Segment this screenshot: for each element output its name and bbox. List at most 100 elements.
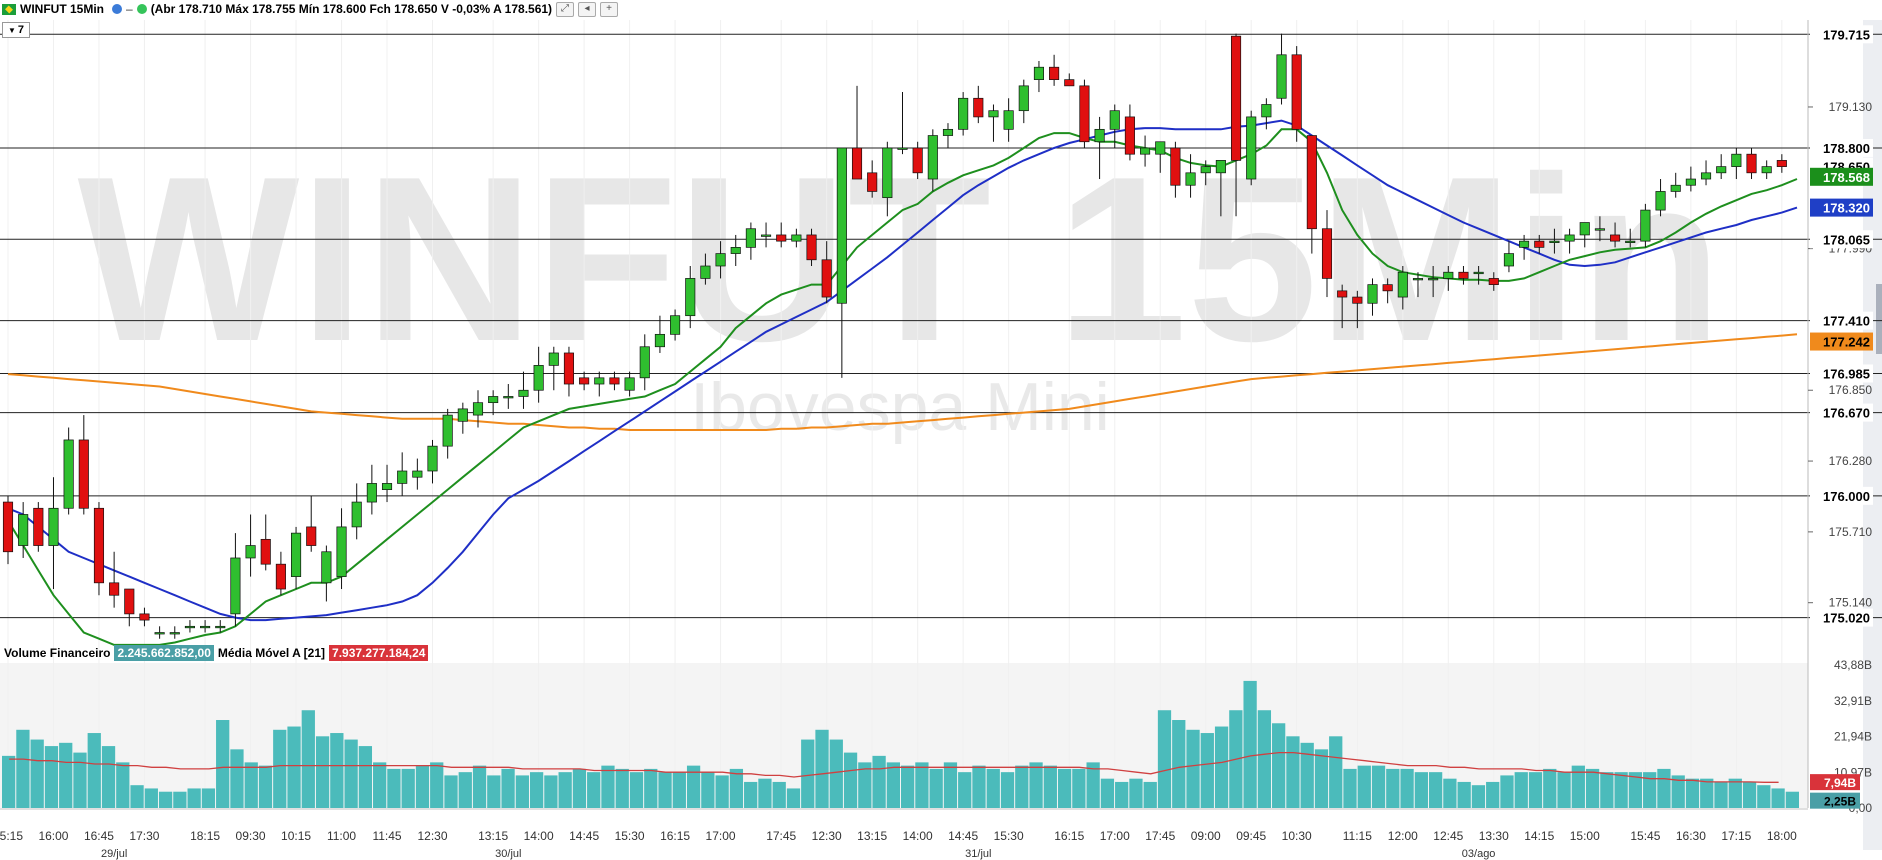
candle-body (791, 234, 802, 242)
candle-body (1200, 166, 1211, 174)
time-tick-label: 14:00 (903, 829, 933, 843)
time-tick-label: 17:30 (129, 829, 159, 843)
candle (958, 92, 969, 136)
candle-body (2, 501, 14, 553)
volume-bar (1314, 749, 1329, 808)
chart-canvas[interactable]: WINFUT 15MinIbovespa Mini179.130177.9901… (0, 0, 1882, 860)
candle-body (306, 526, 317, 546)
time-tick-label: 16:15 (660, 829, 690, 843)
level-badge: 178.065 (1810, 230, 1873, 249)
volume-bar (230, 749, 244, 808)
price-badge-label: 179.715 (1823, 27, 1870, 42)
time-tick-label: 14:45 (569, 829, 599, 843)
level-badge: 175.020 (1810, 608, 1873, 627)
volume-bar (1272, 723, 1286, 808)
level-badge: 176.000 (1810, 486, 1873, 505)
volume-bar (1072, 768, 1086, 808)
candle-body (761, 234, 772, 237)
volume-bar (1600, 772, 1614, 808)
volume-bar (929, 768, 943, 808)
volume-bar (729, 768, 744, 808)
volume-bar (1428, 772, 1443, 808)
volume-bar (558, 772, 572, 808)
volume-bar (73, 752, 87, 808)
candle-body (291, 532, 302, 577)
candle-body (670, 315, 681, 335)
volume-bar (87, 733, 101, 808)
candle-body (806, 234, 817, 261)
candle-body (321, 551, 332, 584)
current-price-badge: 178.568 (1810, 167, 1873, 186)
volume-bar (629, 772, 644, 808)
time-tick-label: 11:15 (1343, 829, 1372, 843)
candle-body (1064, 79, 1075, 87)
time-tick-label: 16:15 (1054, 829, 1084, 843)
volume-bar (1100, 778, 1115, 808)
volume-bar (116, 762, 130, 808)
time-tick-label: 14:00 (524, 829, 554, 843)
candle-body (427, 445, 438, 472)
candle-body (958, 97, 969, 130)
volume-bar (1257, 710, 1272, 808)
volume-bar (430, 762, 444, 808)
candle-body (124, 588, 135, 615)
candle-body (1655, 191, 1666, 211)
volume-bar (601, 765, 615, 808)
symbol-label: WINFUT 15Min (20, 2, 104, 16)
candle-body (912, 147, 923, 174)
volume-bar (387, 768, 401, 808)
candle-body (1731, 153, 1742, 167)
volume-bar (59, 742, 73, 808)
volume-bar (244, 762, 258, 808)
volume-bar (1614, 772, 1628, 808)
candle-body (33, 507, 44, 546)
candle-body (533, 365, 544, 391)
add-icon[interactable]: + (600, 1, 619, 17)
price-tick-label: 175.140 (1829, 596, 1873, 610)
back-icon[interactable]: ◂ (578, 1, 597, 17)
candle-body (397, 470, 408, 484)
indicator-count-badge[interactable]: ▼ 7 (2, 22, 30, 38)
volume-bar (1757, 785, 1771, 808)
volume-bar (1186, 729, 1200, 808)
candle-body (988, 110, 999, 118)
volume-bar (216, 720, 230, 808)
time-tick-label: 10:30 (1282, 829, 1312, 843)
volume-bar (1657, 768, 1671, 808)
time-tick-label: 17:15 (1721, 829, 1751, 843)
time-tick-label: 17:00 (1100, 829, 1130, 843)
time-tick-label: 14:15 (1524, 829, 1554, 843)
volume-bar (572, 768, 587, 808)
candle-body (518, 389, 529, 397)
candle-body (1230, 35, 1242, 161)
volume-bar (301, 710, 315, 808)
volume-bar (1015, 765, 1029, 808)
time-tick-label: 11:45 (372, 829, 401, 843)
volume-bar (1486, 781, 1500, 808)
time-tick-label: 16:45 (84, 829, 114, 843)
candle-body (867, 172, 878, 192)
current-price-badge: 177.242 (1810, 332, 1873, 351)
candle-body (1185, 172, 1196, 186)
candle-body (942, 128, 954, 136)
volume-bar (587, 772, 601, 808)
volume-bar (44, 746, 59, 808)
indicator-count: 7 (17, 24, 25, 36)
time-tick-label: 13:30 (1479, 829, 1509, 843)
candle-body (715, 253, 726, 267)
volume-bar (487, 775, 501, 808)
volume-bar (344, 739, 358, 808)
volume-bar (1115, 781, 1129, 808)
time-tick-label: 13:15 (478, 829, 508, 843)
volume-bar (986, 768, 1000, 808)
level-badge: 177.410 (1810, 311, 1873, 330)
candle-body (882, 147, 893, 199)
price-badge-label: 177.410 (1823, 314, 1870, 329)
volume-bar (1771, 788, 1785, 808)
candle-body (897, 147, 908, 150)
candle-body (215, 625, 226, 629)
volume-bar (16, 729, 30, 808)
volume-bar (1157, 710, 1172, 808)
time-tick-label: 12:45 (1433, 829, 1463, 843)
fullscreen-icon[interactable]: ⤢ (556, 1, 575, 17)
